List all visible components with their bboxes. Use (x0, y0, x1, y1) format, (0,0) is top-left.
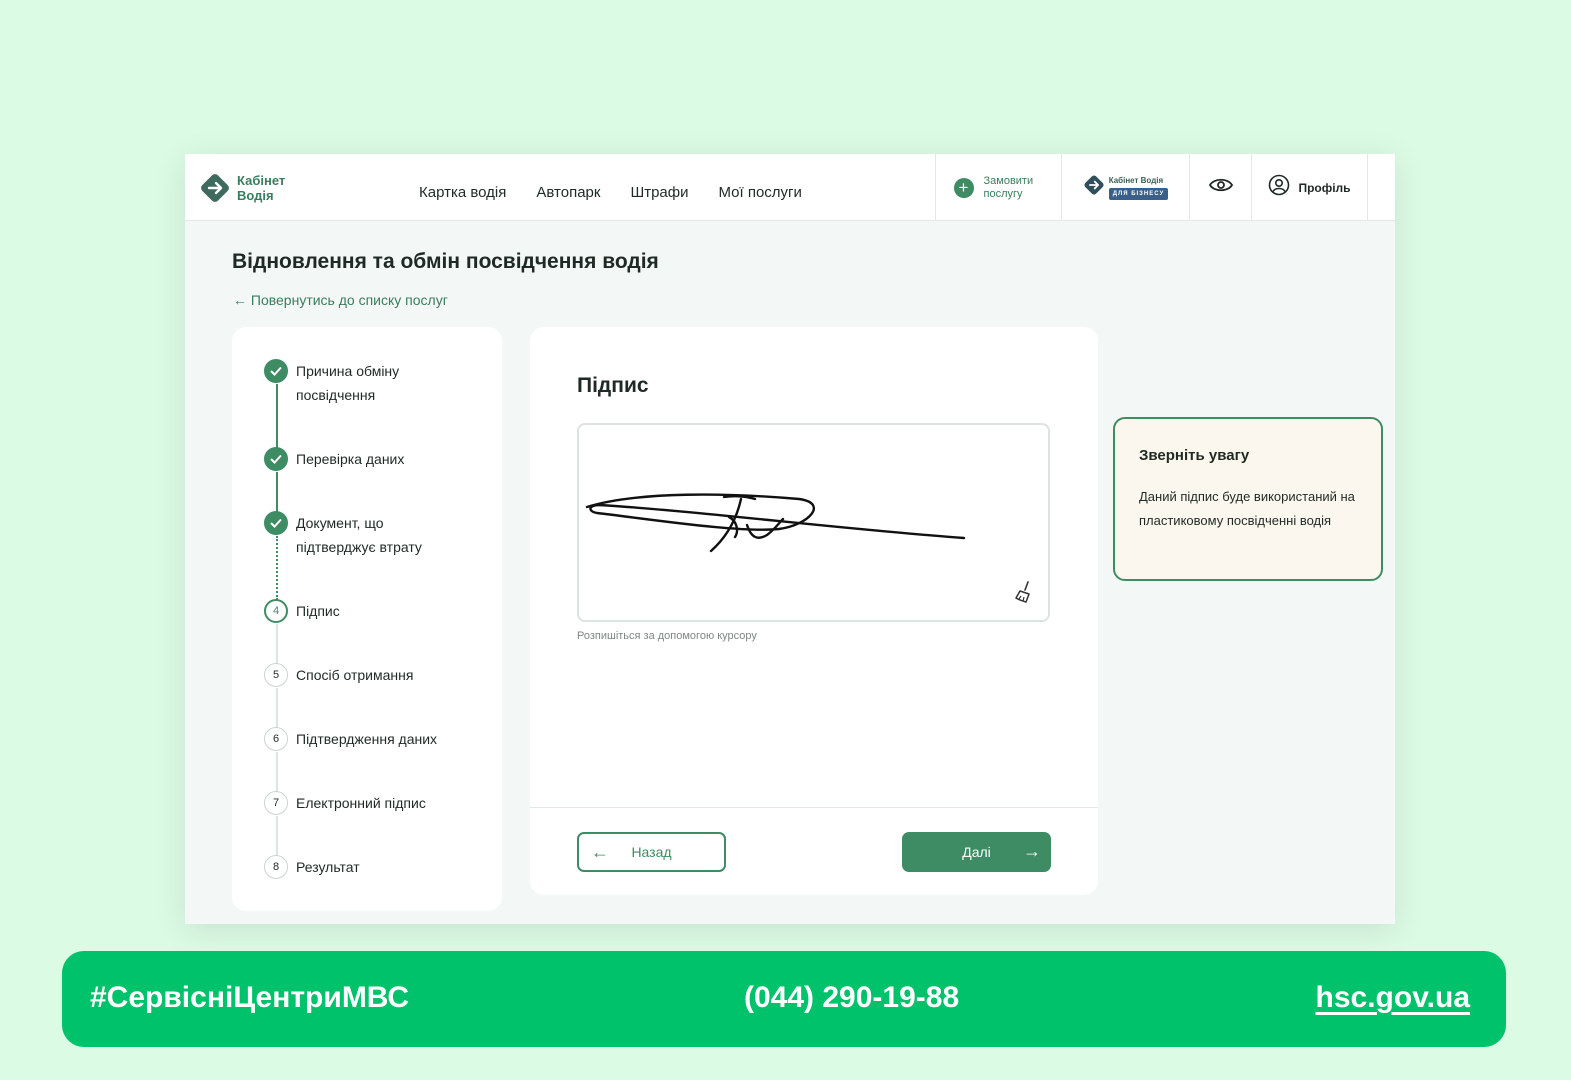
next-button[interactable]: Далі → (902, 832, 1051, 872)
step-item: 8 Результат (264, 855, 466, 879)
notice-title: Зверніть увагу (1139, 447, 1250, 464)
eye-icon (1208, 177, 1233, 198)
arrow-right-icon: → (1023, 841, 1041, 861)
signature-drawing (585, 493, 966, 553)
notice-box: Зверніть увагу Даний підпис буде викорис… (1113, 417, 1383, 581)
signature-card: Підпис Розпишіться за допомогою курсору … (530, 327, 1098, 895)
step-item-current[interactable]: 4 Підпис (264, 599, 466, 623)
step-number: 4 (264, 599, 288, 623)
top-header: Кабінет Водія Картка водія Автопарк Штра… (185, 154, 1395, 221)
logo-arrow-icon (199, 172, 231, 204)
step-number: 5 (264, 663, 288, 687)
signature-pad[interactable] (577, 423, 1050, 622)
back-button[interactable]: ← Назад (577, 832, 726, 872)
step-item: 5 Спосіб отримання (264, 663, 466, 687)
step-label: Спосіб отримання (296, 667, 414, 683)
nav-driver-card[interactable]: Картка водія (419, 184, 506, 201)
signature-hint: Розпишіться за допомогою курсору (577, 630, 757, 642)
step-number: 8 (264, 855, 288, 879)
step-connector (276, 688, 278, 728)
order-service-button[interactable]: + Замовити послугу (935, 154, 1061, 221)
step-item[interactable]: Причина обміну посвідчення (264, 359, 466, 407)
nav-my-services[interactable]: Мої послуги (718, 184, 801, 201)
notice-body: Даний підпис буде використаний на пласти… (1139, 489, 1355, 528)
business-badge: ДЛЯ БІЗНЕСУ (1108, 187, 1169, 200)
business-logo-icon (1083, 174, 1105, 201)
header-end-cell (1367, 154, 1395, 221)
user-icon (1268, 174, 1290, 201)
check-icon (264, 447, 288, 471)
banner-phone: (044) 290-19-88 (744, 981, 960, 1014)
step-label: Перевірка даних (296, 451, 405, 467)
step-label: Підпис (296, 603, 340, 619)
card-divider (530, 807, 1098, 808)
nav-fines[interactable]: Штрафи (630, 184, 688, 201)
back-button-label: Назад (631, 844, 672, 860)
nav-fleet[interactable]: Автопарк (536, 184, 600, 201)
step-label: Електронний підпис (296, 795, 426, 811)
step-connector (276, 752, 278, 792)
step-connector (276, 624, 278, 664)
step-connector (276, 816, 278, 856)
banner-site-link[interactable]: hsc.gov.ua (1316, 981, 1470, 1015)
back-to-services-link[interactable]: ← Повернутись до списку послуг (233, 292, 448, 308)
check-icon (264, 359, 288, 383)
check-icon (264, 511, 288, 535)
step-item[interactable]: Перевірка даних (264, 447, 466, 471)
profile-button[interactable]: Профіль (1251, 154, 1367, 221)
step-number: 7 (264, 791, 288, 815)
arrow-left-icon: ← (591, 842, 609, 862)
main-nav: Картка водія Автопарк Штрафи Мої послуги (419, 184, 802, 201)
step-item: 6 Підтвердження даних (264, 727, 466, 751)
profile-label: Профіль (1298, 180, 1351, 195)
business-logo-text: Кабінет Водія ДЛЯ БІЗНЕСУ (1108, 175, 1169, 200)
page-title: Відновлення та обмін посвідчення водія (232, 250, 659, 273)
logo-text: Кабінет Водія (237, 173, 286, 203)
step-label: Підтвердження даних (296, 731, 438, 747)
next-button-label: Далі (962, 844, 991, 860)
order-service-label: Замовити послугу (983, 174, 1034, 200)
app-window: Кабінет Водія Картка водія Автопарк Штра… (185, 154, 1395, 924)
business-cabinet-link[interactable]: Кабінет Водія ДЛЯ БІЗНЕСУ (1061, 154, 1189, 221)
banner-hashtag: #СервісніЦентриМВС (90, 981, 409, 1014)
steps-panel: Причина обміну посвідчення Перевірка дан… (232, 327, 502, 911)
logo[interactable]: Кабінет Водія (199, 172, 297, 204)
step-item: 7 Електронний підпис (264, 791, 466, 815)
step-connector (276, 472, 278, 512)
step-number: 6 (264, 727, 288, 751)
step-label: Документ, що підтверджує втрату (296, 515, 422, 555)
accessibility-button[interactable] (1189, 154, 1251, 221)
step-item[interactable]: Документ, що підтверджує втрату (264, 511, 466, 559)
footer-banner: #СервісніЦентриМВС (044) 290-19-88 hsc.g… (62, 951, 1506, 1047)
signature-title: Підпис (577, 374, 649, 397)
step-label: Причина обміну посвідчення (296, 363, 400, 403)
clear-signature-broom-icon[interactable] (1014, 581, 1034, 608)
plus-icon: + (953, 177, 974, 198)
step-label: Результат (296, 859, 360, 875)
business-logo-title: Кабінет Водія (1108, 175, 1164, 185)
